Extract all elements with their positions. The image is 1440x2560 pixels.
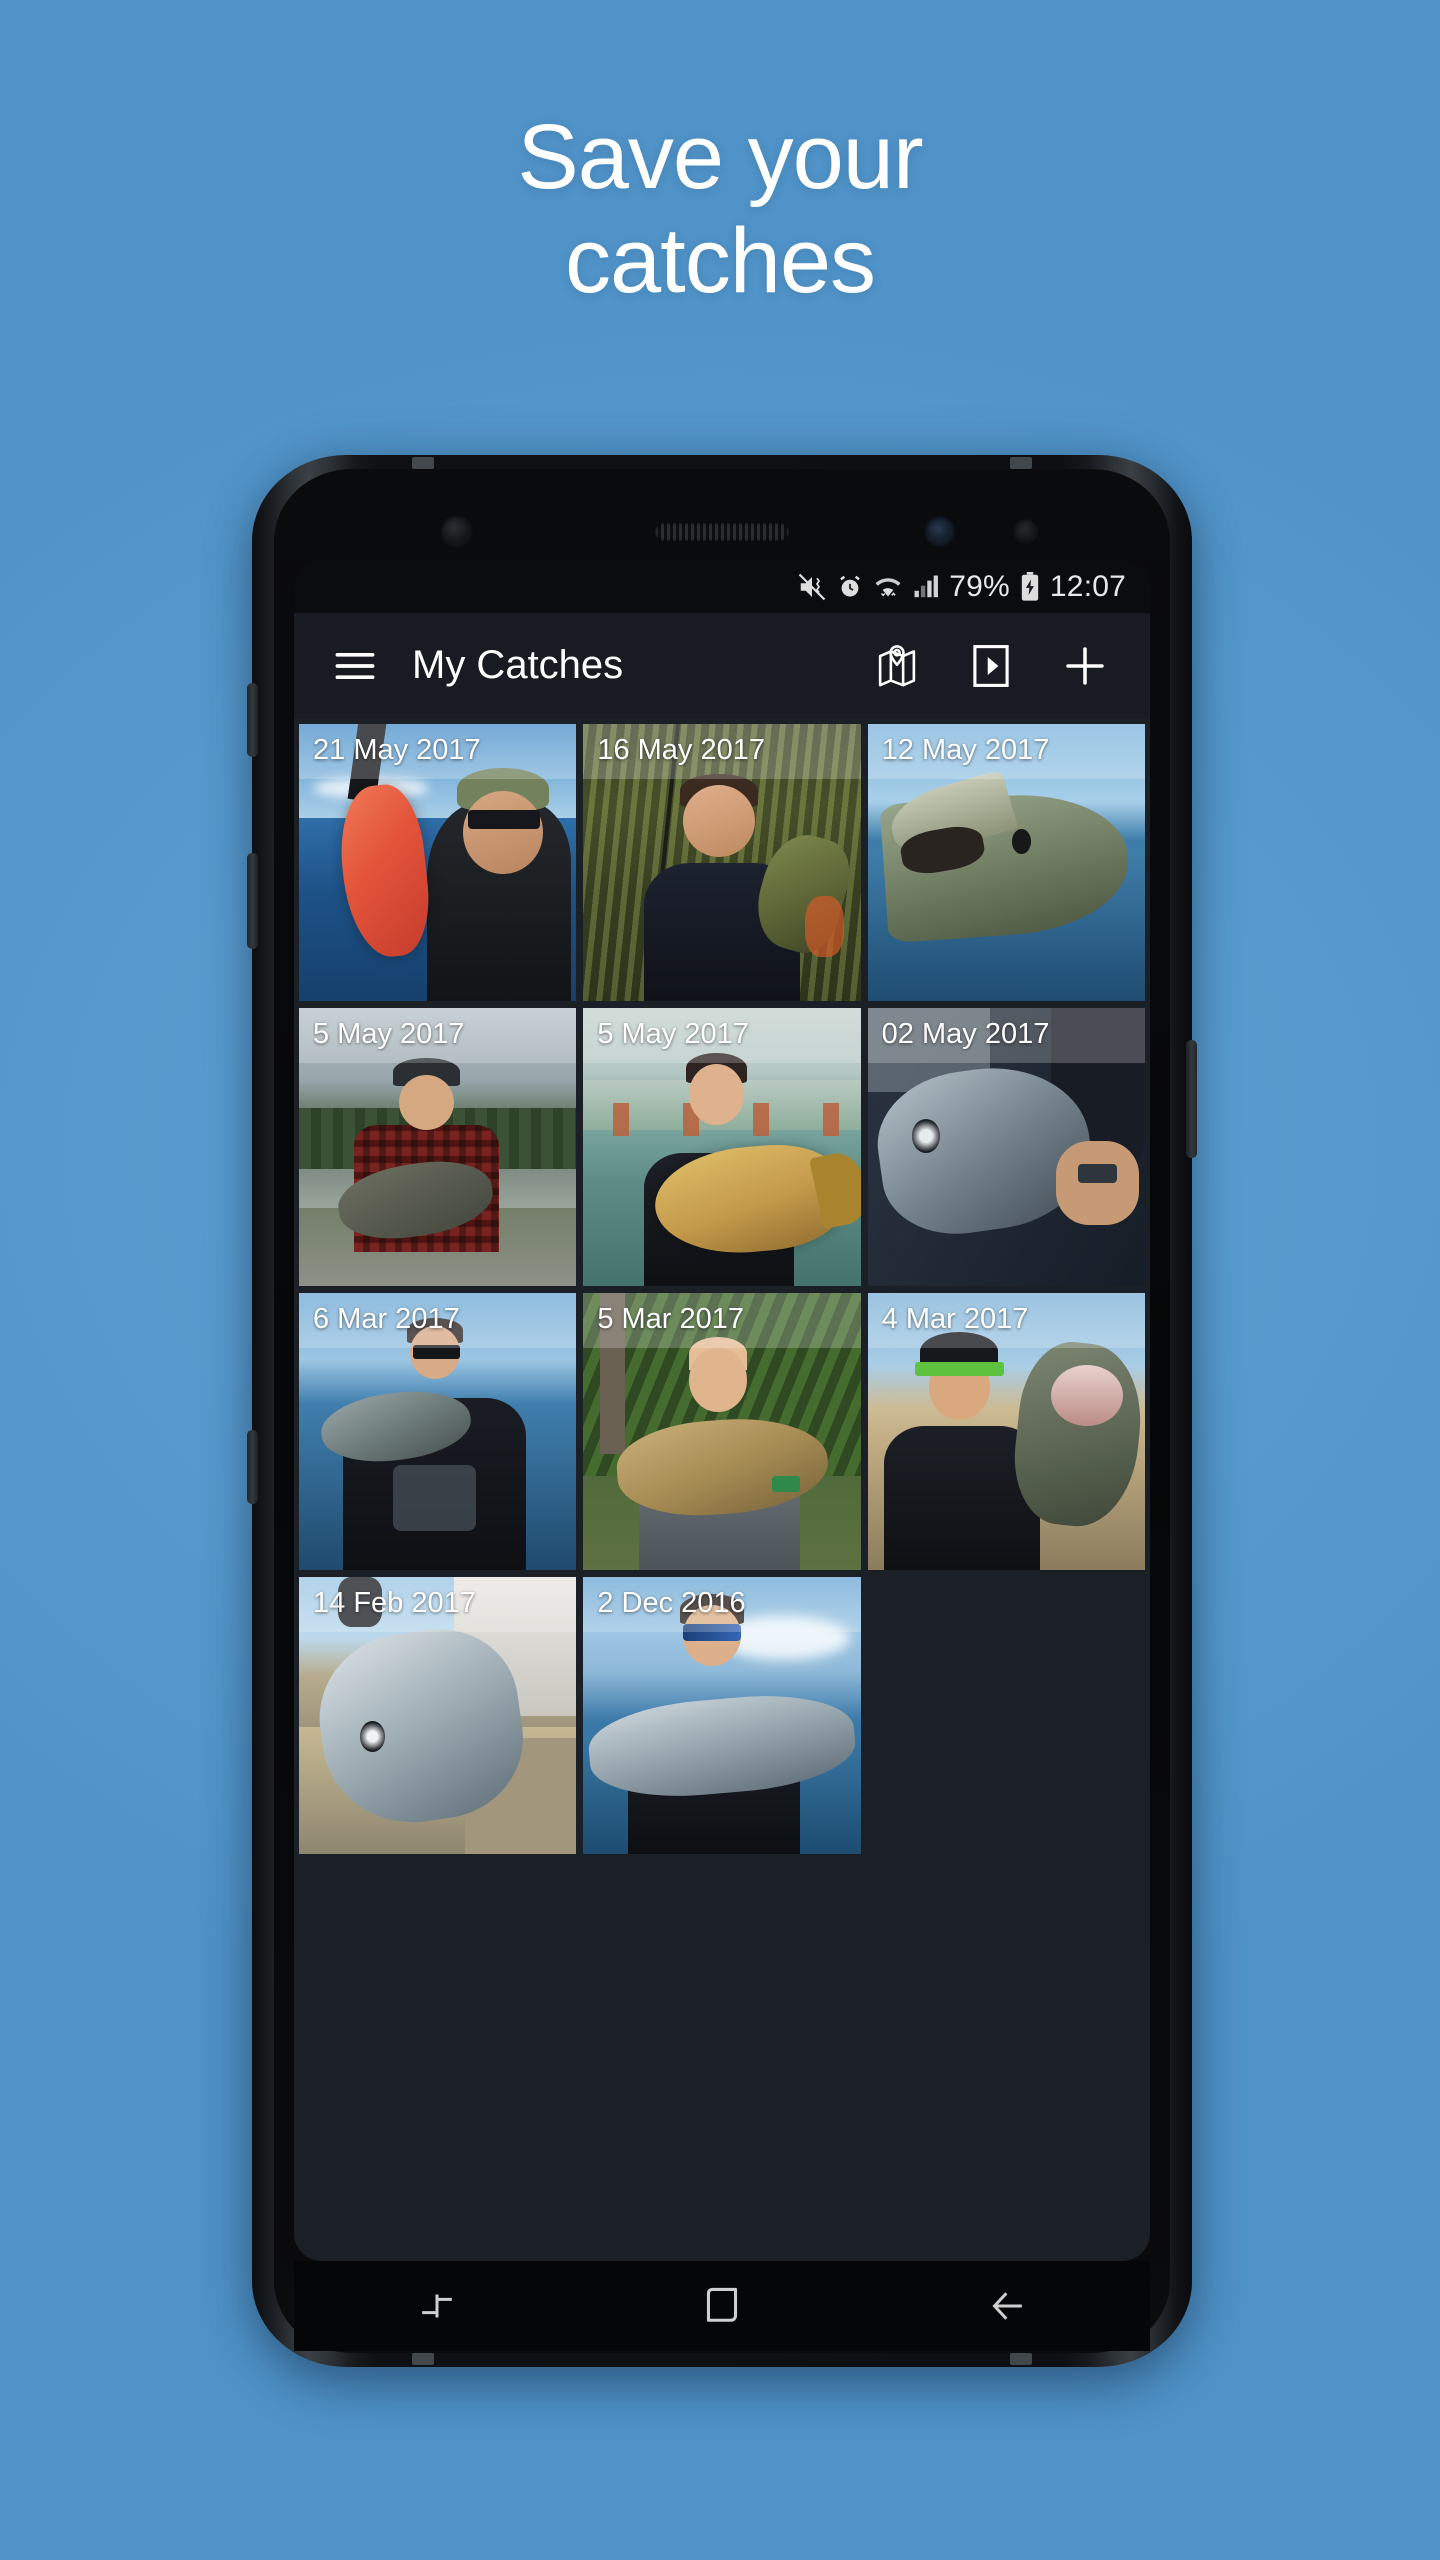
- antenna-band-bottom-left: [412, 2353, 434, 2365]
- catch-tile[interactable]: 6 Mar 2017: [299, 1292, 577, 1571]
- phone-mockup: 79% 12:07 My Catches 21 May 2017 16 May …: [247, 455, 1197, 2367]
- catch-date-label: 21 May 2017: [313, 734, 481, 766]
- catch-date-band: 16 May 2017: [583, 724, 861, 779]
- slideshow-icon[interactable]: [960, 635, 1022, 697]
- signal-icon: [912, 574, 940, 600]
- iris-scanner-icon: [924, 516, 956, 548]
- wifi-icon: [873, 573, 903, 601]
- bixby-button[interactable]: [247, 853, 258, 949]
- catch-date-band: 21 May 2017: [299, 724, 577, 779]
- catch-date-band: 02 May 2017: [867, 1008, 1145, 1064]
- antenna-band-top-left: [412, 457, 434, 469]
- catch-date-label: 12 May 2017: [881, 734, 1050, 766]
- hamburger-menu-icon[interactable]: [324, 635, 386, 697]
- phone-screen: 79% 12:07 My Catches 21 May 2017 16 May …: [294, 561, 1150, 2261]
- catch-tile[interactable]: 12 May 2017: [867, 724, 1145, 1002]
- front-sensor-array: [252, 509, 1192, 555]
- catch-date-label: 16 May 2017: [597, 734, 765, 766]
- catch-date-label: 02 May 2017: [881, 1018, 1050, 1051]
- catch-date-band: 12 May 2017: [867, 724, 1145, 779]
- catch-date-label: 5 Mar 2017: [597, 1302, 745, 1335]
- map-icon[interactable]: [866, 635, 928, 697]
- catch-tile[interactable]: 16 May 2017: [583, 724, 861, 1002]
- app-bar: My Catches: [294, 613, 1150, 718]
- app-bar-actions: [866, 635, 1120, 697]
- front-camera-icon: [1012, 518, 1040, 546]
- promo-headline: Save your catches: [0, 105, 1440, 313]
- catch-tile[interactable]: 14 Feb 2017: [299, 1577, 577, 1855]
- catch-date-label: 4 Mar 2017: [881, 1302, 1029, 1335]
- catch-tile[interactable]: 5 Mar 2017: [583, 1292, 861, 1571]
- power-button[interactable]: [1186, 1040, 1197, 1158]
- catch-tile[interactable]: 02 May 2017: [867, 1008, 1145, 1286]
- catch-date-label: 5 May 2017: [313, 1018, 465, 1051]
- catch-date-band: 5 May 2017: [583, 1008, 861, 1064]
- catch-date-band: 5 May 2017: [299, 1008, 577, 1064]
- catch-tile[interactable]: 5 May 2017: [299, 1008, 577, 1286]
- catch-date-band: 2 Dec 2016: [583, 1577, 861, 1633]
- catch-grid: 21 May 2017 16 May 2017 12 May 2017 5 Ma…: [294, 718, 1150, 2261]
- catch-tile[interactable]: 5 May 2017: [583, 1008, 861, 1286]
- catch-tile[interactable]: 4 Mar 2017: [867, 1292, 1145, 1571]
- catch-date-band: 14 Feb 2017: [299, 1577, 577, 1633]
- headline-line-2: catches: [564, 210, 876, 312]
- add-icon[interactable]: [1054, 635, 1116, 697]
- back-icon[interactable]: [947, 2276, 1067, 2336]
- catch-date-label: 14 Feb 2017: [313, 1587, 476, 1620]
- recents-icon[interactable]: [377, 2276, 497, 2336]
- catch-date-band: 4 Mar 2017: [867, 1292, 1145, 1348]
- home-icon[interactable]: [662, 2276, 782, 2336]
- catch-date-label: 6 Mar 2017: [313, 1302, 460, 1335]
- catch-date-band: 5 Mar 2017: [583, 1292, 861, 1348]
- volume-up-button[interactable]: [247, 683, 258, 757]
- catch-date-band: 6 Mar 2017: [299, 1292, 577, 1348]
- catch-date-label: 2 Dec 2016: [597, 1587, 746, 1620]
- android-nav-bar: [294, 2261, 1150, 2351]
- battery-percent-label: 79%: [949, 570, 1010, 603]
- alarm-icon: [836, 573, 864, 601]
- volume-down-button[interactable]: [247, 1430, 258, 1504]
- headline-line-1: Save your: [517, 106, 923, 208]
- app-bar-title: My Catches: [412, 643, 624, 687]
- antenna-band-top-right: [1010, 457, 1032, 469]
- status-bar: 79% 12:07: [294, 561, 1150, 613]
- mute-vibrate-icon: [797, 572, 827, 602]
- catch-tile[interactable]: 2 Dec 2016: [583, 1577, 861, 1855]
- earpiece-speaker: [655, 523, 789, 541]
- catch-date-label: 5 May 2017: [597, 1018, 749, 1051]
- battery-charging-icon: [1019, 572, 1041, 602]
- proximity-sensor-icon: [440, 515, 474, 549]
- antenna-band-bottom-right: [1010, 2353, 1032, 2365]
- catch-tile[interactable]: 21 May 2017: [299, 724, 577, 1002]
- clock-label: 12:07: [1049, 570, 1126, 603]
